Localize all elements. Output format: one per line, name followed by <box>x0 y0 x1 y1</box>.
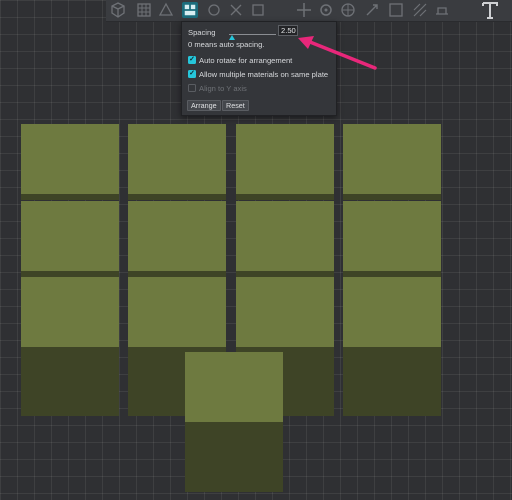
move-icon[interactable] <box>296 2 312 18</box>
multiple-materials-checkbox[interactable]: ✓ <box>188 70 196 78</box>
reset-button[interactable]: Reset <box>222 100 249 111</box>
model-part[interactable] <box>21 201 119 278</box>
cut-icon[interactable] <box>364 2 380 18</box>
model-part[interactable] <box>128 124 226 201</box>
model-part[interactable] <box>343 124 441 201</box>
model-part[interactable] <box>343 201 441 278</box>
cube-icon[interactable] <box>110 2 126 18</box>
shapes-icon[interactable] <box>158 2 174 18</box>
spacing-slider-track[interactable] <box>229 34 276 35</box>
seam-icon[interactable] <box>412 2 428 18</box>
brim-icon[interactable] <box>434 2 450 18</box>
model-part[interactable] <box>343 277 441 416</box>
model-part[interactable] <box>185 352 283 492</box>
model-part[interactable] <box>236 201 334 278</box>
text-icon[interactable] <box>480 0 500 20</box>
rotate-icon[interactable] <box>318 2 334 18</box>
annotation-arrow <box>298 36 377 70</box>
support-icon[interactable] <box>228 2 244 18</box>
model-part[interactable] <box>21 277 119 416</box>
paint-icon[interactable] <box>206 2 222 18</box>
layers-icon[interactable] <box>250 2 266 18</box>
model-part[interactable] <box>21 124 119 201</box>
measure-icon[interactable] <box>388 2 404 18</box>
grid-icon[interactable] <box>136 2 152 18</box>
spacing-hint: 0 means auto spacing. <box>188 40 265 49</box>
align-y-axis-checkbox <box>188 84 196 92</box>
top-toolbar <box>106 0 512 22</box>
auto-rotate-checkbox[interactable]: ✓ <box>188 56 196 64</box>
model-part[interactable] <box>236 124 334 201</box>
auto-rotate-label: Auto rotate for arrangement <box>199 56 293 65</box>
scale-icon[interactable] <box>340 2 356 18</box>
model-part[interactable] <box>128 201 226 278</box>
arrange-icon[interactable] <box>182 2 198 18</box>
align-y-axis-label: Align to Y axis <box>199 84 247 93</box>
arrange-button[interactable]: Arrange <box>187 100 221 111</box>
spacing-label: Spacing <box>188 28 216 37</box>
